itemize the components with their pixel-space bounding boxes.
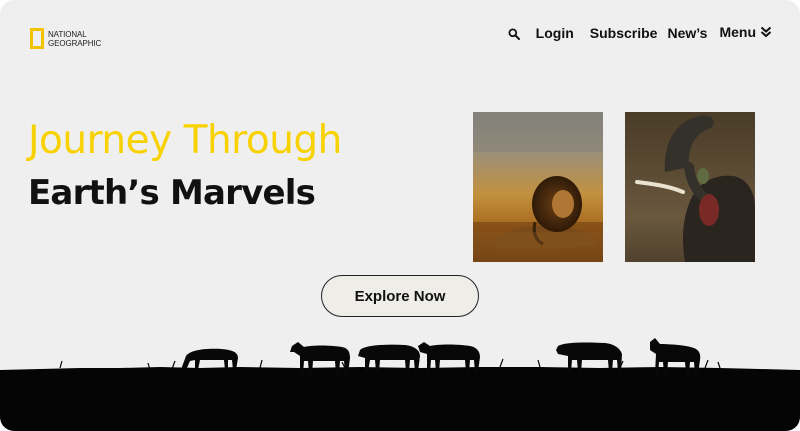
- search-icon[interactable]: [506, 24, 524, 42]
- headline-line-2: Earth’s Marvels: [28, 173, 316, 213]
- top-nav: Login Subscribe New’s Menu: [506, 22, 772, 44]
- logo-line-2: GEOGRAPHIC: [48, 38, 102, 48]
- page-frame: NATIONAL GEOGRAPHIC Login Subscribe New’…: [0, 0, 800, 431]
- explore-now-button[interactable]: Explore Now: [321, 275, 479, 317]
- subscribe-link[interactable]: Subscribe: [590, 25, 658, 41]
- lion-photo: [473, 112, 603, 262]
- login-link[interactable]: Login: [536, 25, 574, 41]
- national-geographic-logo[interactable]: NATIONAL GEOGRAPHIC: [30, 28, 101, 49]
- savanna-silhouette: [0, 338, 800, 431]
- news-link[interactable]: New’s: [667, 25, 707, 41]
- logo-yellow-frame-icon: [30, 28, 44, 49]
- menu-label: Menu: [719, 24, 756, 40]
- headline-line-1: Journey Through: [28, 118, 342, 163]
- elephant-photo: [625, 112, 755, 262]
- double-chevron-down-icon: [760, 26, 772, 38]
- logo-wordmark: NATIONAL GEOGRAPHIC: [48, 30, 101, 48]
- logo-line-1: NATIONAL: [48, 29, 87, 39]
- menu-button[interactable]: Menu: [719, 24, 772, 40]
